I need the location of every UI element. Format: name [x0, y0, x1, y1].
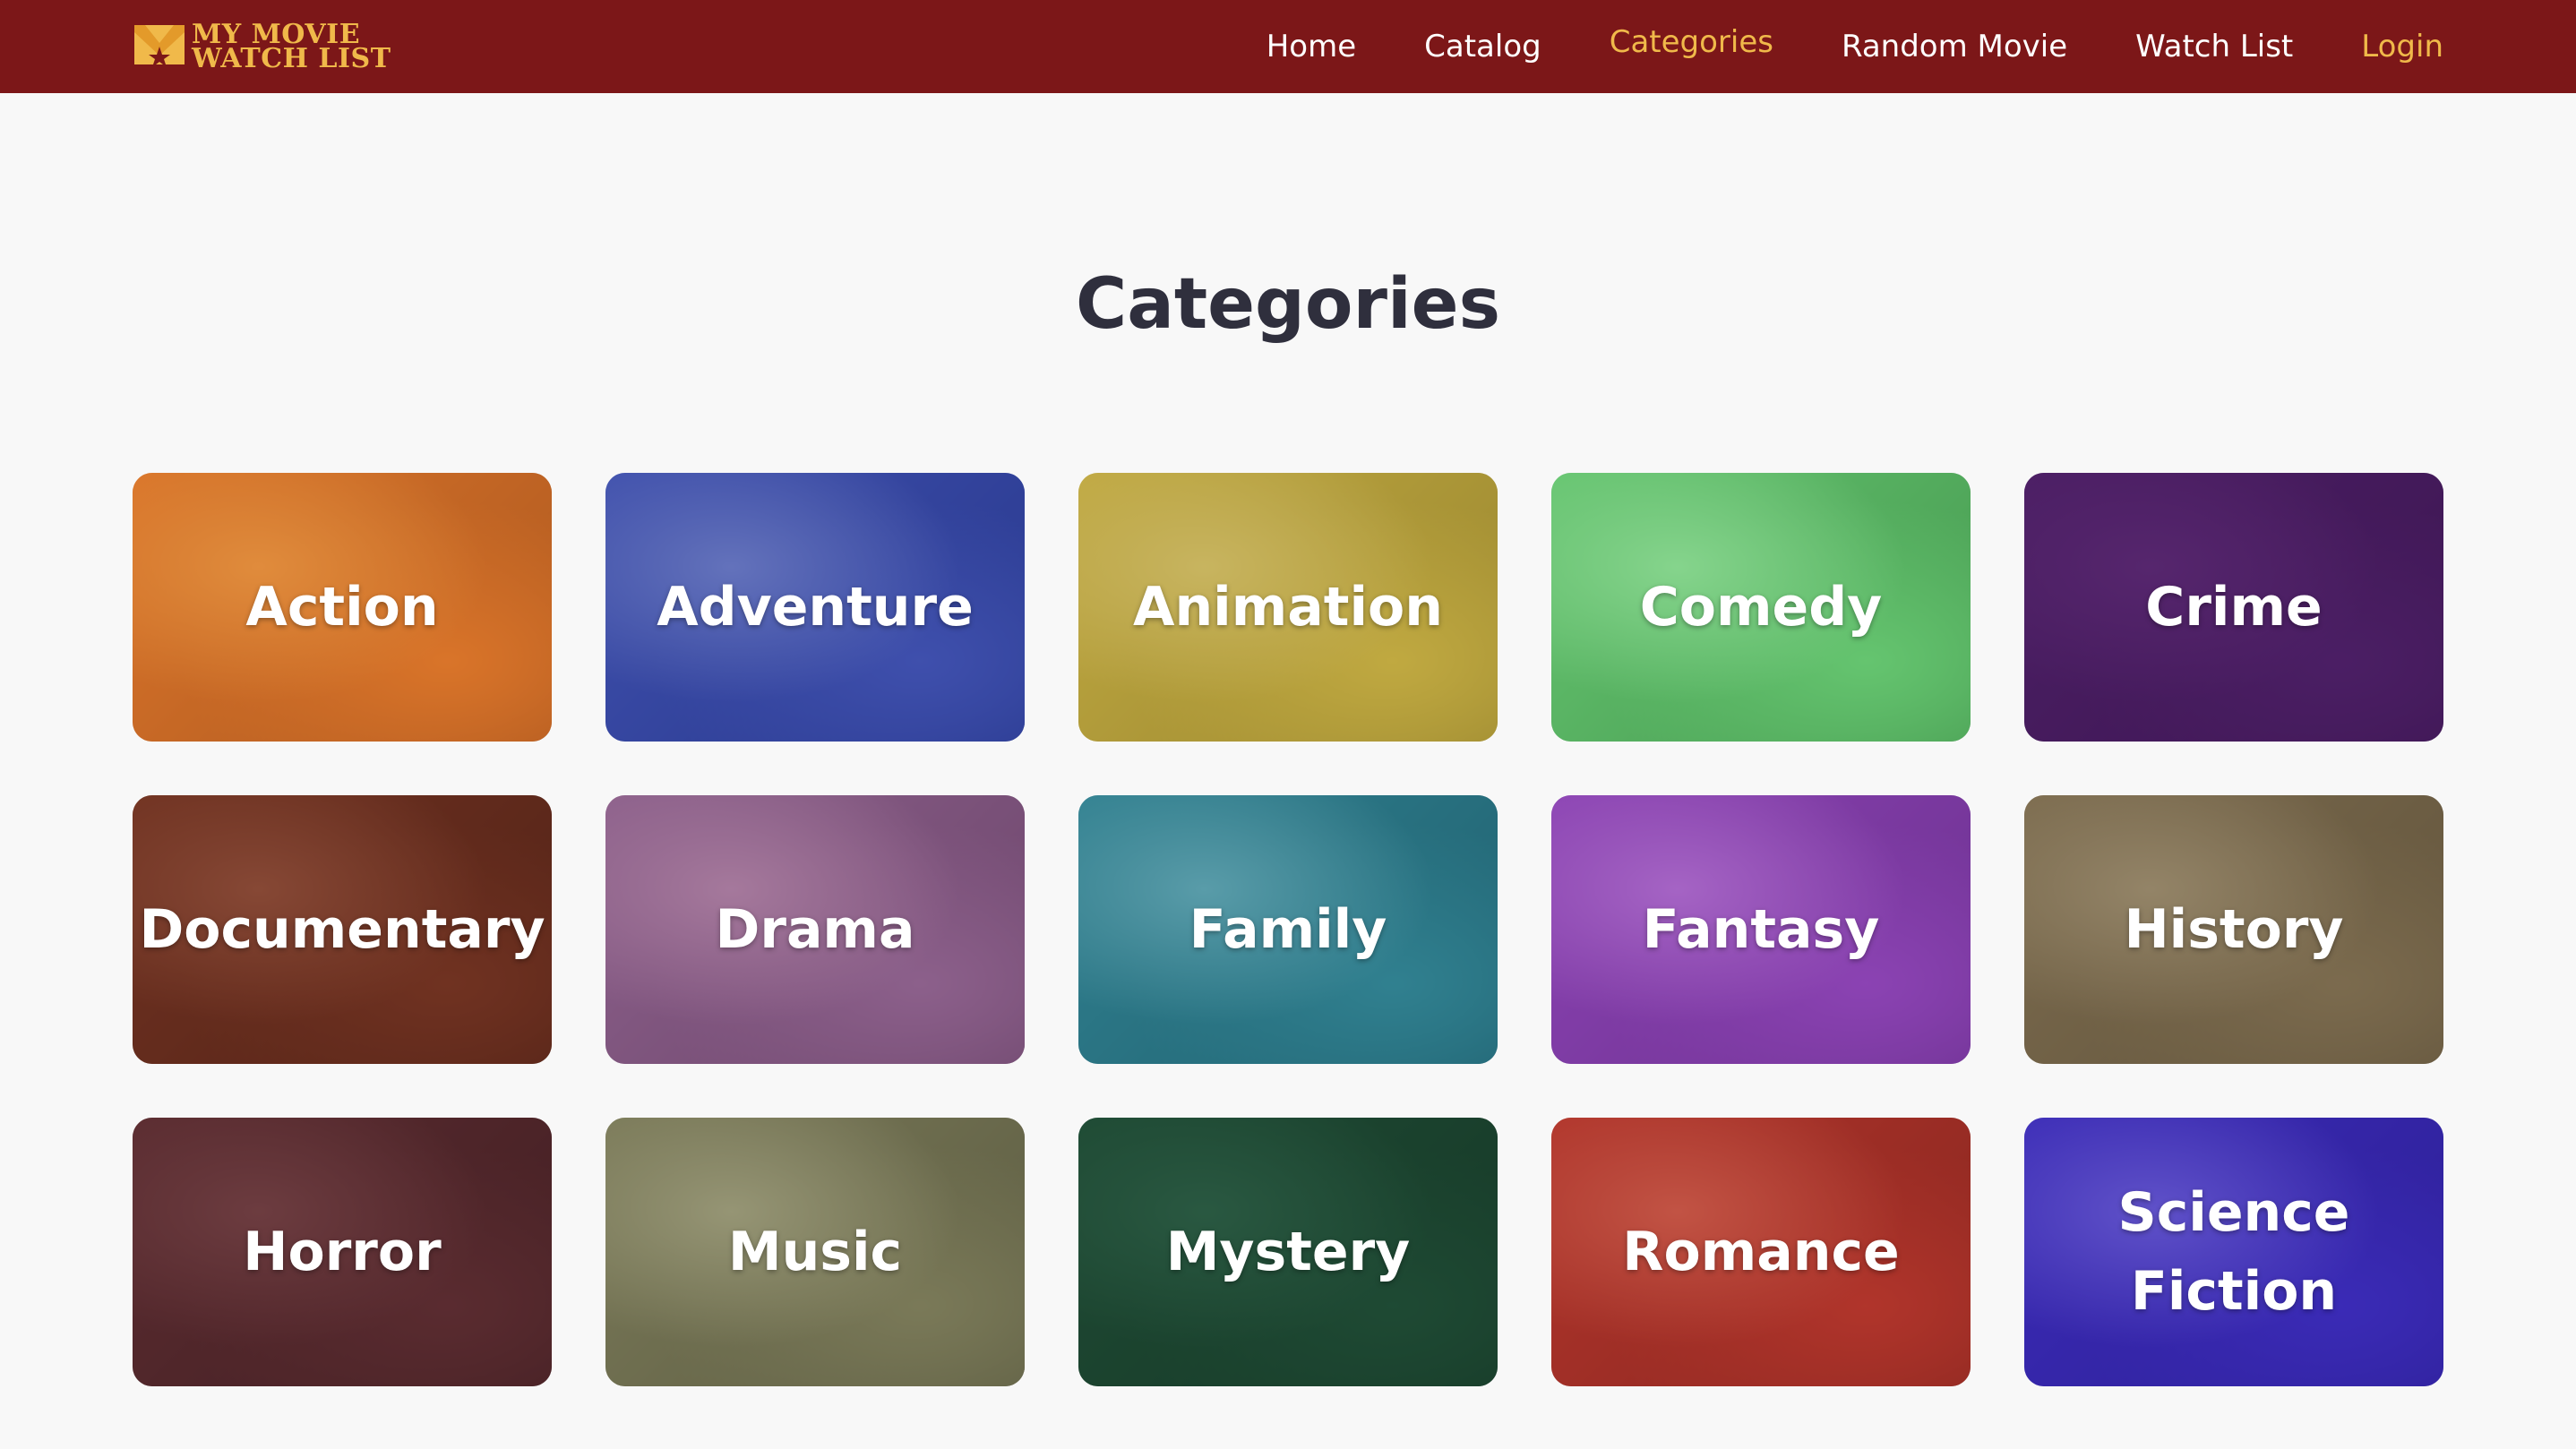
category-card-music[interactable]: Music — [605, 1118, 1025, 1386]
category-label: History — [2124, 898, 2344, 961]
nav-watch-list-link[interactable]: Watch List — [2135, 29, 2293, 64]
category-label: Drama — [715, 898, 915, 961]
category-label: Action — [245, 576, 439, 639]
category-label: Family — [1189, 898, 1387, 961]
category-card-mystery[interactable]: Mystery — [1078, 1118, 1498, 1386]
nav-login-link[interactable]: Login — [2361, 29, 2443, 64]
nav-links: Home Catalog Categories Random Movie Wat… — [1198, 0, 2443, 93]
category-grid: Action Adventure Animation Comedy Crime Docum… — [133, 473, 2445, 1386]
category-label: Romance — [1622, 1221, 1900, 1283]
category-card-drama[interactable]: Drama — [605, 795, 1025, 1064]
category-label: Music — [727, 1221, 903, 1283]
logo-line-2: WATCH LIST — [192, 43, 391, 74]
category-card-science-fiction[interactable]: Science Fiction — [2024, 1118, 2443, 1386]
nav-categories-link[interactable]: Categories — [1610, 24, 1773, 60]
category-card-animation[interactable]: Animation — [1078, 473, 1498, 742]
category-card-crime[interactable]: Crime — [2024, 473, 2443, 742]
category-label: Mystery — [1165, 1221, 1411, 1283]
category-card-fantasy[interactable]: Fantasy — [1551, 795, 1971, 1064]
nav-random-movie-link[interactable]: Random Movie — [1842, 29, 2067, 64]
category-card-history[interactable]: History — [2024, 795, 2443, 1064]
category-label: Documentary — [139, 898, 545, 961]
category-label: Fantasy — [1642, 898, 1880, 961]
category-card-documentary[interactable]: Documentary — [133, 795, 552, 1064]
site-logo-text: MY MOVIE WATCH LIST — [192, 21, 391, 74]
category-label: Adventure — [657, 576, 974, 639]
site-logo[interactable]: MY MOVIE WATCH LIST — [133, 20, 391, 73]
category-label: Science Fiction — [2117, 1181, 2350, 1323]
top-navbar: MY MOVIE WATCH LIST Home Catalog Categor… — [0, 0, 2576, 93]
nav-home-link[interactable]: Home — [1267, 29, 1356, 64]
category-label: Comedy — [1639, 576, 1883, 639]
category-label: Horror — [243, 1221, 442, 1283]
category-card-action[interactable]: Action — [133, 473, 552, 742]
category-card-romance[interactable]: Romance — [1551, 1118, 1971, 1386]
category-card-family[interactable]: Family — [1078, 795, 1498, 1064]
category-card-comedy[interactable]: Comedy — [1551, 473, 1971, 742]
category-label: Crime — [2145, 576, 2323, 639]
page-title: Categories — [1075, 264, 1501, 345]
category-label: Animation — [1133, 576, 1443, 639]
category-card-horror[interactable]: Horror — [133, 1118, 552, 1386]
category-card-adventure[interactable]: Adventure — [605, 473, 1025, 742]
clapperboard-star-icon — [133, 20, 186, 73]
nav-catalog-link[interactable]: Catalog — [1424, 29, 1541, 64]
